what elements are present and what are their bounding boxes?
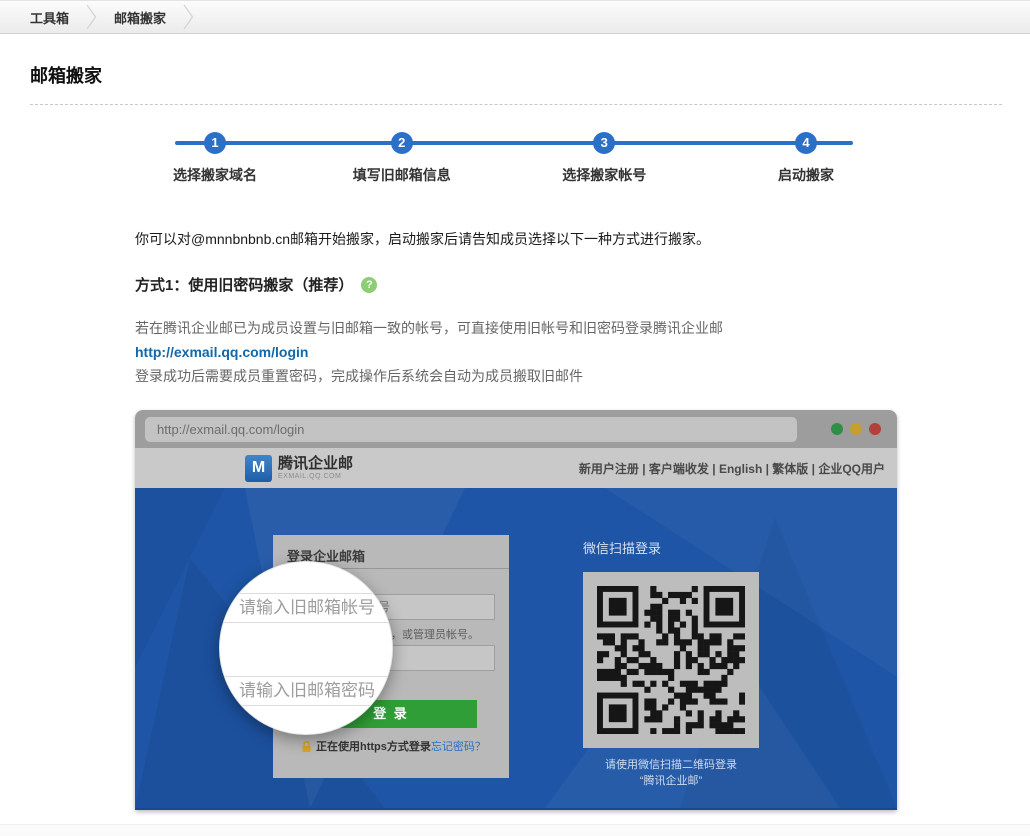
window-dot-green-icon [831, 423, 843, 435]
exmail-login-link[interactable]: http://exmail.qq.com/login [135, 340, 723, 364]
exmail-site-header: M 腾讯企业邮 EXMAIL.QQ.COM 新用户注册 | 客户端收发 | En… [135, 448, 897, 488]
exmail-logo-icon: M [245, 455, 272, 482]
step-1-label: 选择搬家域名 [173, 165, 257, 185]
step-3-circle: 3 [593, 132, 615, 154]
step-3-label: 选择搬家帐号 [562, 165, 646, 185]
qr-code [583, 572, 759, 748]
step-1: 1 选择搬家域名 [173, 128, 257, 185]
chevron-right-icon [182, 3, 195, 31]
step-4-circle: 4 [795, 132, 817, 154]
forgot-password-link: 忘记密码？ [431, 738, 486, 754]
browser-chrome: http://exmail.qq.com/login [135, 410, 897, 448]
chevron-right-icon [85, 3, 98, 31]
qr-code-icon [597, 586, 745, 734]
step-3: 3 选择搬家帐号 [562, 128, 646, 185]
browser-url-bar: http://exmail.qq.com/login [145, 417, 797, 442]
method1-heading-row: 方式1：使用旧密码搬家（推荐） ? [135, 274, 377, 295]
login-panel-footer: 正在使用https方式登录 忘记密码？ [301, 738, 483, 754]
exmail-login-page: 登录企业邮箱 请输入旧邮箱帐号 帐号，或管理员帐号。 请输入旧邮箱密码 登 录 … [135, 488, 897, 810]
intro-text: 你可以对@mnnbnbnb.cn邮箱开始搬家，启动搬家后请告知成员选择以下一种方… [135, 229, 710, 249]
step-4: 4 启动搬家 [778, 128, 834, 185]
wechat-login-title: 微信扫描登录 [583, 538, 759, 557]
page-title: 邮箱搬家 [30, 62, 102, 88]
screenshot-mockup: http://exmail.qq.com/login M 腾讯企业邮 EXMAI… [135, 410, 897, 810]
stepper-line [175, 141, 853, 145]
breadcrumb-item-mail-migration[interactable]: 邮箱搬家 [114, 8, 166, 27]
method1-body: 若在腾讯企业邮已为成员设置与旧邮箱一致的帐号，可直接使用旧帐号和旧密码登录腾讯企… [135, 316, 723, 388]
window-dots [831, 423, 881, 435]
window-dot-yellow-icon [850, 423, 862, 435]
footer-strip [0, 824, 1030, 836]
exmail-logo: M 腾讯企业邮 EXMAIL.QQ.COM [245, 455, 353, 482]
window-dot-red-icon [869, 423, 881, 435]
method1-heading: 方式1：使用旧密码搬家（推荐） [135, 274, 353, 295]
exmail-logo-subtitle: EXMAIL.QQ.COM [278, 473, 353, 480]
wechat-caption-line1: 请使用微信扫描二维码登录 [583, 757, 759, 773]
exmail-logo-title: 腾讯企业邮 [278, 456, 353, 471]
breadcrumb-item-toolbox[interactable]: 工具箱 [30, 8, 69, 27]
divider [30, 104, 1002, 105]
step-1-circle: 1 [204, 132, 226, 154]
breadcrumb: 工具箱 邮箱搬家 [0, 0, 1030, 34]
magnified-account-input: 请输入旧邮箱帐号 [219, 593, 393, 623]
help-icon[interactable]: ? [361, 277, 377, 293]
step-4-label: 启动搬家 [778, 165, 834, 185]
magnified-password-input: 请输入旧邮箱密码 [219, 676, 393, 706]
lock-icon [301, 740, 312, 753]
method1-line1: 若在腾讯企业邮已为成员设置与旧邮箱一致的帐号，可直接使用旧帐号和旧密码登录腾讯企… [135, 316, 723, 340]
step-2: 2 填写旧邮箱信息 [353, 128, 451, 185]
method1-line2: 登录成功后需要成员重置密码，完成操作后系统会自动为成员搬取旧邮件 [135, 364, 723, 388]
step-2-circle: 2 [391, 132, 413, 154]
migration-stepper: 1 选择搬家域名 2 填写旧邮箱信息 3 选择搬家帐号 4 启动搬家 [140, 128, 890, 190]
wechat-login-section: 微信扫描登录 请使用微信扫描二维码登录 “腾讯企业邮” [583, 538, 759, 789]
exmail-header-links: 新用户注册 | 客户端收发 | English | 繁体版 | 企业QQ用户 [579, 460, 885, 477]
wechat-caption-line2: “腾讯企业邮” [583, 773, 759, 789]
https-note: 正在使用https方式登录 [316, 738, 431, 754]
wechat-caption: 请使用微信扫描二维码登录 “腾讯企业邮” [583, 757, 759, 789]
magnifier-circle: 请输入旧邮箱帐号 请输入旧邮箱密码 [219, 561, 393, 735]
step-2-label: 填写旧邮箱信息 [353, 165, 451, 185]
